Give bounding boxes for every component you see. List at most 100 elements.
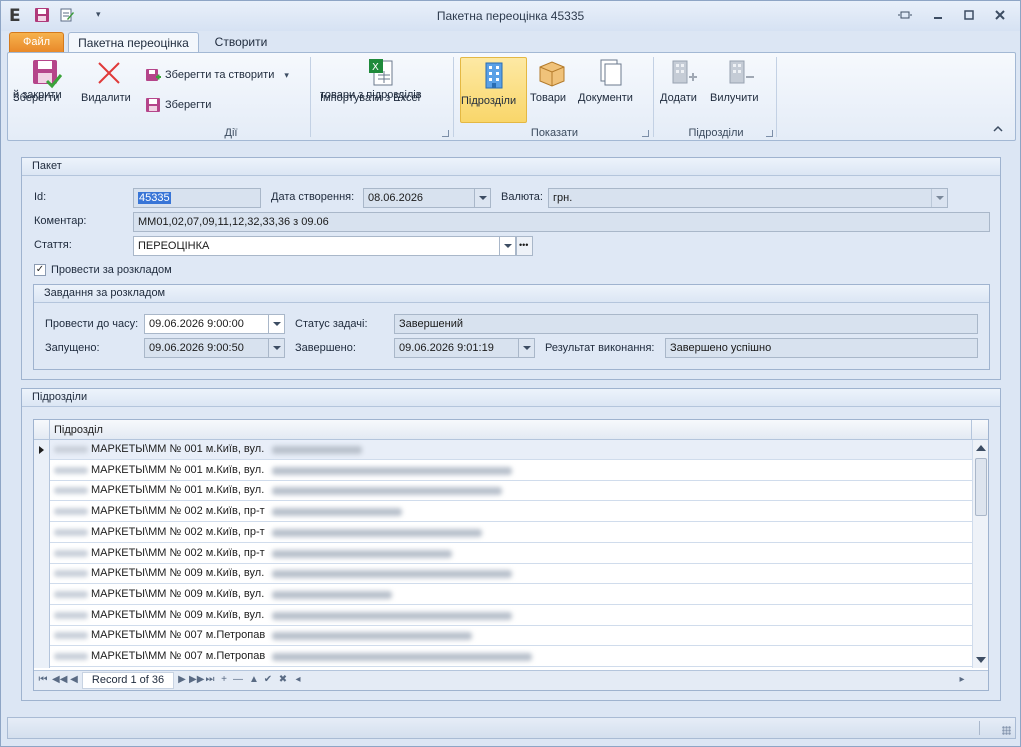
division-name: МАРКЕТЫ\ММ № 001 м.Київ, вул. [91, 443, 265, 455]
ribbon-tabs: Файл Пакетна переоцінка Створити [1, 31, 1020, 53]
exclude-division-button[interactable]: Вилучити [710, 57, 770, 123]
started-field[interactable]: 09.06.2026 9:00:50 [144, 338, 285, 358]
delete-record-icon[interactable]: — [232, 674, 244, 686]
collapse-ribbon-icon[interactable] [993, 124, 1003, 132]
redacted-address [272, 611, 512, 620]
show-documents-button[interactable]: Документи [578, 57, 646, 123]
maximize-icon[interactable] [961, 8, 977, 22]
next-page-icon[interactable]: ▶▶ [189, 674, 204, 686]
currency-field[interactable]: грн. [548, 188, 948, 208]
result-label: Результат виконання: [545, 342, 655, 354]
first-page-icon[interactable]: ⏮ [37, 674, 49, 686]
restore-layout-icon[interactable] [897, 8, 913, 22]
cancel-edit-icon[interactable]: ✖ [277, 674, 289, 686]
resize-grip-icon[interactable] [1002, 726, 1011, 735]
save-button[interactable]: Зберегти [145, 95, 211, 115]
redacted-address [272, 632, 472, 641]
package-panel-header: Пакет [22, 158, 1000, 176]
show-documents-label: Документи [578, 92, 633, 104]
division-name: МАРКЕТЫ\ММ № 002 м.Київ, пр-т [91, 525, 265, 538]
scroll-down-icon[interactable] [976, 657, 986, 663]
status-bar [7, 717, 1016, 739]
schedule-checkbox[interactable]: ✓ [34, 264, 46, 276]
actions-group-label: Дії [224, 127, 238, 139]
run-until-label: Провести до часу: [45, 318, 139, 330]
scroll-up-icon[interactable] [976, 445, 986, 451]
redacted-address [272, 570, 512, 579]
tab-create[interactable]: Створити [206, 32, 276, 53]
prev-page-icon[interactable]: ◀◀ [52, 674, 67, 686]
prev-record-icon[interactable]: ◀ [68, 674, 80, 686]
post-edit-icon[interactable]: ✔ [262, 674, 274, 686]
hscroll-left-icon[interactable]: ◂ [292, 674, 304, 686]
table-row[interactable]: МАРКЕТЫ\ММ № 001 м.Київ, вул. [50, 461, 972, 481]
table-row[interactable]: МАРКЕТЫ\ММ № 001 м.Київ, вул. [50, 481, 972, 502]
finished-dropdown-icon[interactable] [518, 339, 534, 357]
article-browse-button[interactable]: ••• [516, 236, 533, 256]
save-close-icon [30, 57, 63, 89]
show-divisions-button[interactable]: Підрозділи [460, 57, 527, 123]
minimize-icon[interactable] [930, 8, 946, 22]
show-group-launcher-icon[interactable] [642, 130, 649, 137]
started-label: Запущено: [45, 342, 100, 354]
currency-dropdown-icon[interactable] [931, 189, 947, 207]
hscroll-right-icon[interactable]: ▸ [956, 674, 968, 686]
table-row[interactable]: МАРКЕТЫ\ММ № 009 м.Київ, вул. [50, 564, 972, 585]
save-close-button[interactable]: Зберегти й закрити [13, 57, 79, 123]
grid-corner [34, 420, 50, 439]
delete-button[interactable]: Видалити [81, 57, 136, 123]
redacted-code [54, 549, 88, 557]
run-until-field[interactable]: 09.06.2026 9:00:00 [144, 314, 285, 334]
comment-field[interactable]: ММ01,02,07,09,11,12,32,33,36 з 09.06 [133, 212, 990, 232]
group-separator [310, 57, 311, 137]
table-row[interactable]: МАРКЕТЫ\ММ № 009 м.Київ, вул. [50, 585, 972, 605]
edit-record-icon[interactable]: ▲ [248, 674, 260, 686]
table-row[interactable]: МАРКЕТЫ\ММ № 002 м.Київ, пр-т [50, 544, 972, 564]
table-row[interactable]: МАРКЕТЫ\ММ № 007 м.Петропав [50, 647, 972, 667]
show-goods-label: Товари [530, 92, 567, 104]
group-separator [453, 57, 454, 137]
table-row[interactable]: МАРКЕТЫ\ММ № 001 м.Київ, вул. [50, 440, 972, 460]
table-row[interactable]: МАРКЕТЫ\ММ № 007 м.Петропав [50, 626, 972, 647]
save-and-create-dropdown-icon[interactable]: ▾ [284, 70, 289, 81]
next-record-icon[interactable]: ▶ [176, 674, 188, 686]
redacted-address [272, 653, 532, 661]
created-date-dropdown-icon[interactable] [474, 189, 490, 207]
started-dropdown-icon[interactable] [268, 339, 284, 357]
actions-group-launcher-icon[interactable] [442, 130, 449, 137]
id-field[interactable]: 45335 [133, 188, 261, 208]
add-division-button[interactable]: Додати [660, 57, 706, 123]
division-name: МАРКЕТЫ\ММ № 002 м.Київ, пр-т [91, 546, 265, 559]
currency-value: грн. [553, 192, 573, 204]
tab-batch-revaluation[interactable]: Пакетна переоцінка [68, 32, 199, 53]
article-field[interactable]: ПЕРЕОЦІНКА [133, 236, 516, 256]
run-until-value: 09.06.2026 9:00:00 [149, 318, 244, 330]
scroll-thumb[interactable] [975, 458, 987, 516]
article-dropdown-icon[interactable] [499, 237, 515, 255]
save-and-create-label: Зберегти та створити [165, 69, 275, 81]
vertical-scrollbar[interactable] [972, 440, 988, 668]
division-name: МАРКЕТЫ\ММ № 009 м.Київ, вул. [91, 587, 265, 600]
append-record-icon[interactable]: + [218, 674, 230, 686]
window-title: Пакетна переоцінка 45335 [436, 9, 585, 23]
table-row[interactable]: МАРКЕТЫ\ММ № 002 м.Київ, пр-т [50, 523, 972, 543]
redacted-code [54, 528, 88, 536]
table-row[interactable]: МАРКЕТЫ\ММ № 002 м.Київ, пр-т [50, 502, 972, 523]
redacted-address [272, 466, 512, 475]
article-value: ПЕРЕОЦІНКА [138, 240, 210, 252]
import-excel-button[interactable]: X Імпортувати з Excel товари з підрозділ… [320, 57, 444, 123]
show-goods-button[interactable]: Товари [530, 57, 574, 123]
column-header-division[interactable]: Підрозділ [54, 424, 103, 436]
run-until-dropdown-icon[interactable] [268, 315, 284, 333]
created-date-field[interactable]: 08.06.2026 [363, 188, 491, 208]
divisions-group-launcher-icon[interactable] [766, 130, 773, 137]
close-icon[interactable] [992, 8, 1008, 22]
finished-field[interactable]: 09.06.2026 9:01:19 [394, 338, 535, 358]
result-field[interactable]: Завершено успішно [665, 338, 978, 358]
last-page-icon[interactable]: ⏭ [204, 674, 216, 686]
save-and-create-button[interactable]: Зберегти та створити ▾ [145, 65, 289, 85]
tab-file[interactable]: Файл [9, 32, 64, 52]
task-status-field[interactable]: Завершений [394, 314, 978, 334]
status-separator [979, 721, 980, 735]
table-row[interactable]: МАРКЕТЫ\ММ № 009 м.Київ, вул. [50, 606, 972, 626]
